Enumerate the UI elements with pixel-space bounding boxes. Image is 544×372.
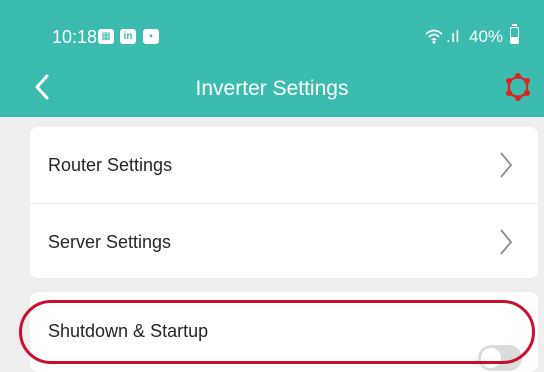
battery-icon	[510, 24, 519, 44]
hexagon-icon[interactable]	[505, 73, 531, 101]
status-time: 10:18	[52, 27, 98, 47]
app-notification-icon: ▪	[143, 29, 159, 44]
status-bar: 10:18 ▦ in ▪ .ıl 40%	[0, 0, 544, 62]
battery-percent: 40%	[469, 27, 504, 46]
page-title: Inverter Settings	[195, 77, 349, 100]
shutdown-card: Shutdown & Startup	[30, 292, 538, 372]
toggle-knob	[481, 348, 501, 368]
server-settings-label: Server Settings	[48, 232, 172, 252]
router-settings-row[interactable]: Router Settings	[30, 127, 538, 203]
chevron-right-icon	[500, 229, 512, 255]
wifi-icon	[425, 29, 443, 44]
battery-level-fill	[511, 37, 518, 43]
calendar-icon: ▦	[98, 29, 114, 44]
shutdown-startup-toggle[interactable]	[478, 345, 522, 371]
router-settings-label: Router Settings	[48, 155, 173, 175]
app-bar: 10:18 ▦ in ▪ .ıl 40% Inverter Settings	[0, 0, 544, 117]
signal-icon: .ıl	[446, 27, 460, 46]
linkedin-icon: in	[120, 29, 136, 44]
server-settings-row[interactable]: Server Settings	[30, 204, 538, 280]
chevron-right-icon	[500, 152, 512, 178]
settings-card: Router Settings Server Settings	[30, 127, 538, 278]
shutdown-startup-label: Shutdown & Startup	[48, 321, 209, 341]
